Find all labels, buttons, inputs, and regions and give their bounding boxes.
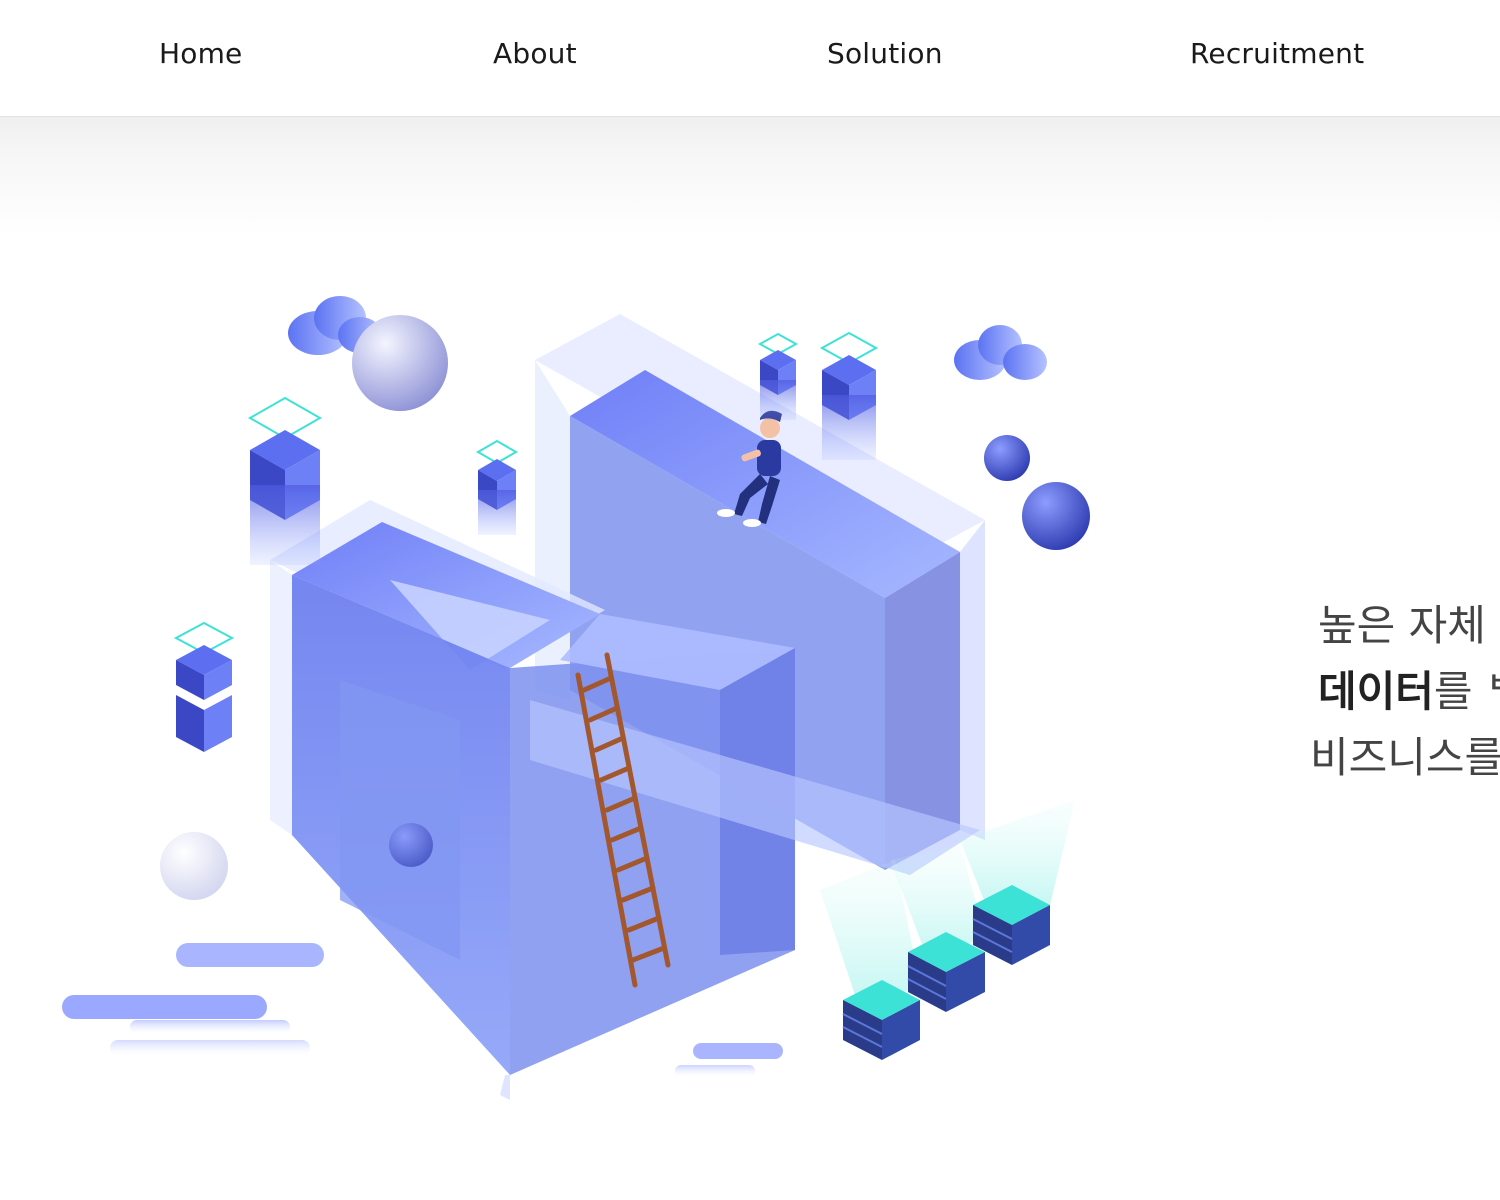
- sphere-icon: [984, 435, 1030, 481]
- nav-about-link[interactable]: About: [493, 34, 577, 74]
- hero-keyword: 데이터: [1318, 667, 1434, 716]
- top-navigation: Home About Solution Recruitment: [0, 0, 1500, 117]
- sphere-icon: [1022, 482, 1090, 550]
- ai-isometric-illustration-icon: [62, 296, 1090, 1100]
- cube-column-icon: [757, 332, 799, 420]
- nav-recruitment-link[interactable]: Recruitment: [1190, 34, 1364, 74]
- cube-column-icon: [247, 396, 323, 565]
- cloud-icon: [954, 325, 1047, 380]
- nav-home-link[interactable]: Home: [159, 34, 243, 74]
- hero-line-3: 비즈니스를: [1310, 733, 1500, 782]
- hero-illustration: [0, 116, 1160, 1200]
- cube-column-icon: [476, 439, 518, 535]
- cube-column-icon: [173, 621, 235, 752]
- hero-line-1: 높은 자체: [1318, 601, 1486, 650]
- cube-column-icon: [819, 331, 879, 460]
- page: Home About Solution Recruitment 높은 자체 데이…: [0, 0, 1500, 1200]
- hero-line-2-rest: 를 ᄇ: [1433, 667, 1500, 716]
- hero-text: 높은 자체 데이터를 ᄇ 비즈니스를: [1300, 596, 1500, 796]
- sphere-icon: [160, 832, 228, 900]
- nav-solution-link[interactable]: Solution: [827, 34, 943, 74]
- sphere-icon: [352, 315, 448, 411]
- hero-line-2: 데이터를 ᄇ: [1318, 664, 1500, 720]
